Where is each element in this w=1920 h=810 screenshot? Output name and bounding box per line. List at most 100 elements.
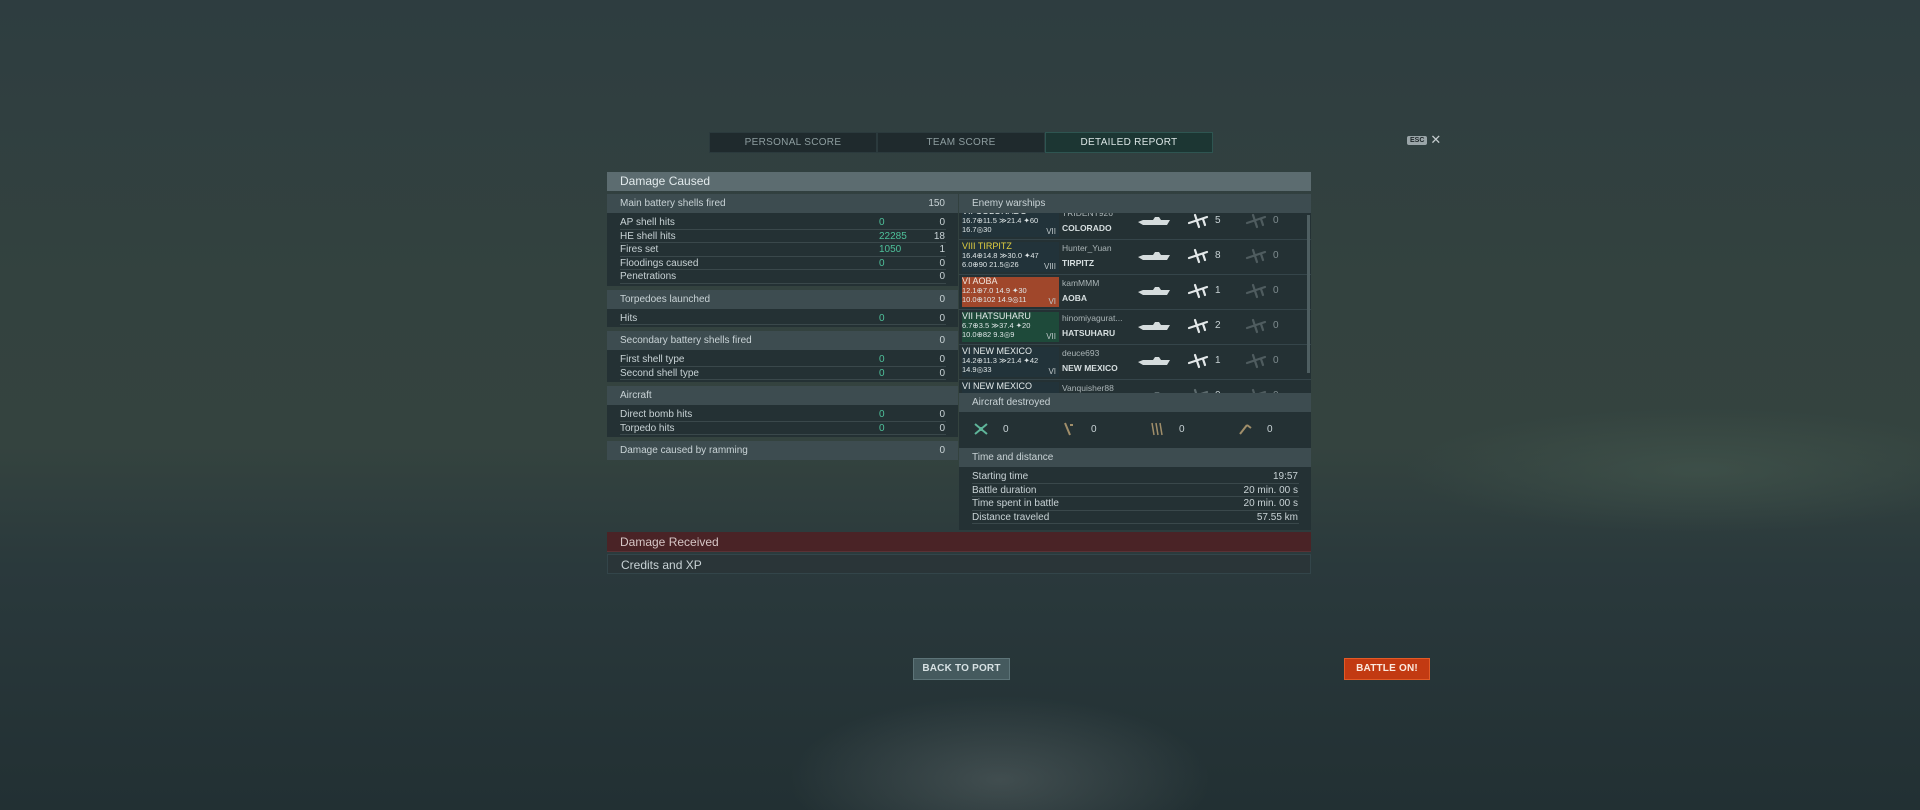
stat-row: Torpedo hits 0 0 [607,422,958,436]
secondary-value: 0 [939,335,945,346]
enemy-warship-row[interactable]: VI NEW MEXICO14.2⊕11.3 ≫21.4 ✦4214.9◎33V… [959,345,1311,380]
stat-label: Fires set [620,244,659,255]
dive-bombers-destroyed: 0 [1237,422,1273,436]
stat-value: 0 [939,312,945,324]
enemy-warship-row[interactable]: VIII TIRPITZ 16.4⊕14.8 ≫30.0 ✦47 6.0⊕90 21… [959,240,1311,275]
right-column: Enemy warships VII COLORADO 16.7⊕11.5 ≫21… [959,194,1311,530]
ship-badge: VI AOBA 12.1⊕7.0 14.9 ✦30 10.0⊕102 14.9◎11… [962,277,1059,307]
close-icon[interactable]: ✕ [1430,133,1441,146]
torpedo-count: 0 [1273,355,1279,366]
torpedoes-value: 0 [939,293,945,305]
player-name: Vanquisher88 [1062,383,1114,393]
stat-damage: 0 [879,409,885,420]
time-row: Distance traveled 57.55 km [959,511,1311,525]
aircraft-destroyed-row: 0 0 0 0 [959,412,1311,448]
ship-stats-line: 16.4⊕14.8 ≫30.0 ✦47 [962,251,1039,260]
aircraft-destroyed-title: Aircraft destroyed [972,397,1051,408]
tab-team-score[interactable]: TEAM SCORE [877,132,1045,153]
torpedo-hits-icon [1245,353,1267,369]
damage-received-section[interactable]: Damage Received [607,532,1311,552]
ship-stats-line: 6.7⊕3.5 ≫37.4 ✦20 [962,321,1031,330]
tab-detailed-report[interactable]: DETAILED REPORT [1045,132,1213,153]
aircraft-count: 0 [1179,423,1185,435]
stat-value: 0 [939,217,945,228]
aircraft-count: 0 [1003,423,1009,435]
torpedoes-header: Torpedoes launched 0 [607,289,958,309]
aircraft-header: Aircraft [607,386,958,405]
credits-xp-section[interactable]: Credits and XP [607,554,1311,574]
ship-tier-name: VII HATSUHARU [962,311,1031,321]
stat-label: Floodings caused [620,257,699,269]
enemy-warship-row[interactable]: VII HATSUHARU 6.7⊕3.5 ≫37.4 ✦20 10.0⊕82 9.… [959,310,1311,345]
stat-damage: 0 [879,354,885,365]
stat-label: Torpedo hits [620,422,675,434]
hits-count: 1 [1215,355,1221,366]
time-label: Starting time [972,471,1029,482]
torpedo-bombers-destroyed: 0 [1061,422,1097,436]
torpedo-count: 0 [1273,320,1279,331]
torpedo-hits-icon [1245,283,1267,299]
damage-caused-stats: Main battery shells fired 150 AP shell h… [607,194,958,460]
stat-value: 0 [939,422,945,434]
ship-tier-name: VIII TIRPITZ [962,241,1012,251]
stat-value: 1 [939,244,945,255]
secondary-label: Secondary battery shells fired [620,335,752,346]
secondary-header: Secondary battery shells fired 0 [607,331,958,350]
ship-tier-name: VI NEW MEXICO [962,346,1033,356]
battle-on-button[interactable]: BATTLE ON! [1344,658,1430,680]
close-button[interactable]: ESC ✕ [1407,133,1441,146]
hits-count: 2 [1215,320,1221,331]
stat-row: HE shell hits 22285 18 [607,230,958,244]
stat-damage: 0 [879,257,885,269]
back-to-port-button[interactable]: BACK TO PORT [913,658,1010,680]
torpedoes-rows: Hits 0 0 [607,308,958,327]
fighter-icon [974,423,988,435]
enemy-warships-title: Enemy warships [972,198,1046,209]
ship-silhouette-icon [1137,355,1171,367]
stat-row: AP shell hits 0 0 [607,216,958,230]
player-name: TRIDENT926 [1062,213,1114,218]
secondary-rows: First shell type 0 0 Second shell type 0 0 [607,350,958,382]
aircraft-count: 0 [1267,423,1273,435]
stat-label: Hits [620,312,638,324]
fighters-destroyed: 0 [973,422,1009,436]
ship-stats-line: 12.1⊕7.0 14.9 ✦30 [962,286,1027,295]
stat-label: Direct bomb hits [620,409,693,420]
torpedo-bomber-icon [1064,422,1073,436]
torpedo-count: 0 [1273,250,1279,261]
tab-personal-score[interactable]: PERSONAL SCORE [709,132,877,153]
aircraft-count: 0 [1091,423,1097,435]
enemy-warship-row[interactable]: VI NEW MEXICO14.2⊕11.3 ≫21.4 ✦4214.9◎33V… [959,380,1311,393]
time-label: Distance traveled [972,511,1050,523]
report-tabs: PERSONAL SCORE TEAM SCORE DETAILED REPOR… [709,132,1213,153]
ship-stats-line: 14.2⊕11.3 ≫21.4 ✦42 [962,356,1039,365]
hits-count: 8 [1215,250,1221,261]
enemy-list-scrollbar[interactable] [1307,215,1310,373]
ramming-value: 0 [939,445,945,456]
torpedo-hits-icon [1245,213,1267,229]
stat-value: 0 [939,409,945,420]
ship-tier-name: VI NEW MEXICO [962,381,1033,391]
ship-badge: VII HATSUHARU 6.7⊕3.5 ≫37.4 ✦20 10.0⊕82 9.… [962,312,1059,342]
stat-label: HE shell hits [620,230,676,242]
time-value: 20 min. 00 s [1243,484,1298,496]
aircraft-rows: Direct bomb hits 0 0 Torpedo hits 0 0 [607,405,958,437]
stat-label: First shell type [620,354,685,365]
damage-caused-header[interactable]: Damage Caused [607,172,1311,191]
ship-badge: VI NEW MEXICO14.2⊕11.3 ≫21.4 ✦4214.9◎33V… [962,382,1059,393]
time-value: 20 min. 00 s [1243,498,1298,509]
ship-tier: VI [1048,367,1056,376]
player-name: deuce693 [1062,348,1100,358]
stat-value: 0 [939,257,945,269]
main-battery-label: Main battery shells fired [620,198,726,209]
time-label: Battle duration [972,484,1037,496]
stat-row: Second shell type 0 0 [607,367,958,381]
bomb-icon [1151,422,1163,436]
ship-name: NEW MEXICO [1062,363,1118,373]
ship-tier: VII [1046,332,1056,341]
enemy-warship-row[interactable]: VI AOBA 12.1⊕7.0 14.9 ✦30 10.0⊕102 14.9◎11… [959,275,1311,310]
enemy-warships-list[interactable]: VII COLORADO 16.7⊕11.5 ≫21.4 ✦6016.7◎30 VI… [959,213,1311,393]
enemy-warship-row[interactable]: VII COLORADO16.7⊕11.5 ≫21.4 ✦6016.7◎30VI… [959,213,1311,240]
ship-stats-line: 16.7◎30 [962,225,992,234]
time-distance-header: Time and distance [959,448,1311,467]
